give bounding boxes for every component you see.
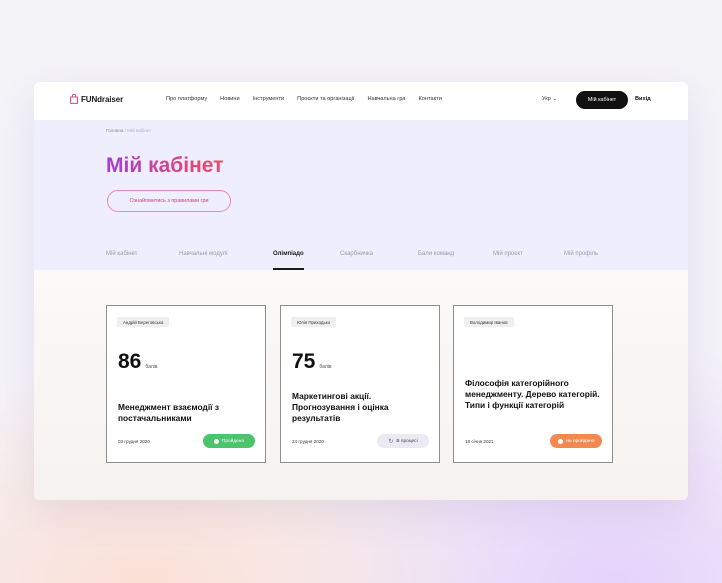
score-value: 75 [292, 350, 316, 373]
score: 86 балів [118, 350, 158, 374]
language-select[interactable]: Укр ⌄ [542, 96, 557, 102]
score-unit: балів [145, 364, 158, 370]
olympiad-card[interactable]: Андрій Береговська 86 балів Менеджмент в… [106, 305, 266, 463]
author-badge: Юлія Приходько [291, 317, 337, 327]
tab-modules[interactable]: Навчальні модулі [179, 251, 228, 257]
card-date: 03 грудня 2020 [118, 439, 150, 444]
card-date: 18 січня 2021 [465, 439, 494, 444]
card-title: Менеджмент взаємодії з постачальниками [118, 402, 220, 423]
tab-my-project[interactable]: Мій проєкт [493, 251, 523, 257]
tab-team-scores[interactable]: Бали команд [418, 251, 454, 257]
breadcrumb: Головна / Мій кабінет [106, 128, 151, 133]
logout-link[interactable]: Вихід [635, 96, 651, 102]
status-label: В процесі [396, 438, 418, 444]
olympiad-card[interactable]: Юлія Приходько 75 балів Маркетингові акц… [280, 305, 440, 463]
my-cabinet-button[interactable]: Мій кабінет [576, 91, 628, 109]
browser-window: FUNdraiser Про платформу Новини Інструме… [34, 82, 688, 500]
olympiad-content: Андрій Береговська 86 балів Менеджмент в… [34, 270, 688, 500]
in-progress-icon: ↻ [388, 438, 394, 445]
nav-item-contacts[interactable]: Контакти [419, 96, 442, 102]
logo-text: FUNdraiser [81, 94, 124, 104]
nav-item-about[interactable]: Про платформу [166, 96, 207, 102]
score-value: 86 [118, 350, 142, 373]
card-date: 24 грудня 2020 [292, 439, 324, 444]
logo[interactable]: FUNdraiser [70, 94, 123, 104]
status-badge: ↻ В процесі [377, 434, 429, 448]
author-badge: Андрій Береговська [117, 317, 170, 327]
status-dot-icon [213, 438, 219, 444]
status-badge: Не пройдено [550, 434, 602, 448]
status-dot-icon [557, 438, 563, 444]
tab-piggybank[interactable]: Скарбничка [340, 251, 373, 257]
tab-olympiad[interactable]: Олімпіадо [273, 251, 304, 270]
status-label: Пройдено [221, 438, 245, 444]
olympiad-card[interactable]: Володимир Іванов Філософія категорійного… [453, 305, 613, 463]
cabinet-tabs: Мій кабінет Навчальні модулі Олімпіадо С… [106, 251, 646, 270]
score-unit: балів [319, 364, 332, 370]
nav-item-news[interactable]: Новини [220, 96, 239, 102]
card-title: Маркетингові акції. Прогнозування і оцін… [292, 391, 389, 423]
nav-item-projects[interactable]: Проєкти та організації [297, 96, 354, 102]
score: 75 балів [292, 350, 332, 374]
page-title: Мій кабінет [106, 154, 224, 177]
tab-my-cabinet[interactable]: Мій кабінет [106, 251, 137, 257]
top-navigation-bar: FUNdraiser Про платформу Новини Інструме… [34, 82, 688, 120]
breadcrumb-home[interactable]: Головна [106, 128, 123, 133]
tab-my-profile[interactable]: Мій профіль [564, 251, 598, 257]
card-title: Філософія категорійного менеджменту. Дер… [465, 378, 600, 410]
nav-item-game[interactable]: Навчальна гра [367, 96, 405, 102]
page-header: Головна / Мій кабінет Мій кабінет Ознайо… [34, 120, 688, 270]
breadcrumb-current: Мій кабінет [127, 128, 152, 133]
status-label: Не пройдено [565, 438, 595, 444]
game-rules-button[interactable]: Ознайомитись з правилами гри [107, 190, 231, 212]
shopping-bag-icon [70, 94, 78, 104]
nav-item-tools[interactable]: Інструменти [253, 96, 285, 102]
author-badge: Володимир Іванов [464, 317, 514, 327]
main-nav: Про платформу Новини Інструменти Проєкти… [166, 96, 442, 102]
status-badge: Пройдено [203, 434, 255, 448]
